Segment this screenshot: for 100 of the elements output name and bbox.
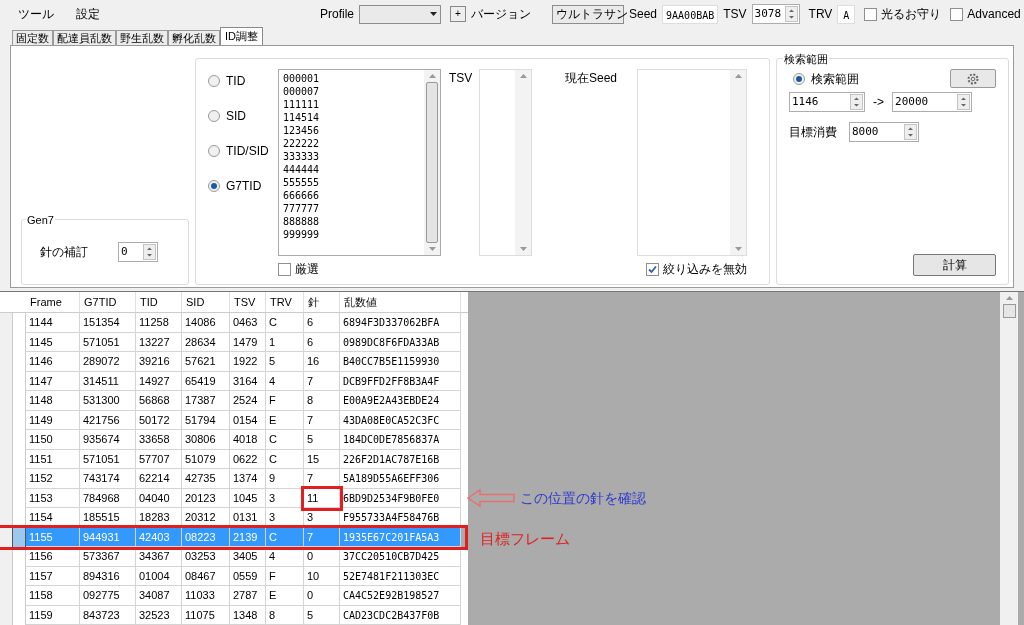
trv-field[interactable]: A	[837, 4, 856, 24]
list-item[interactable]: 777777	[283, 202, 424, 215]
list-item[interactable]: 000007	[283, 85, 424, 98]
table-cell: 39216	[136, 352, 182, 372]
tab[interactable]: ID調整	[220, 27, 263, 45]
table-cell: 7	[304, 469, 340, 489]
column-header[interactable]: TSV	[230, 292, 266, 312]
table-cell: 4018	[230, 430, 266, 450]
table-cell: 5	[266, 352, 304, 372]
table-cell: 0	[304, 547, 340, 567]
table-cell: C	[266, 430, 304, 450]
list-item[interactable]: 333333	[283, 150, 424, 163]
table-row[interactable]: 1153 784968 04040 20123 1045 3 11 6BD9D2534F9B0FE0	[0, 488, 468, 508]
radio-label: TID	[226, 73, 246, 90]
tab[interactable]: 配達員乱数	[53, 30, 116, 45]
table-cell: 8	[266, 605, 304, 625]
current-seed-label: 現在Seed	[565, 70, 619, 87]
table-cell: 1935E67C201FA5A3	[340, 527, 461, 547]
table-cell: 1159	[26, 605, 80, 625]
column-header[interactable]: 乱数値	[340, 292, 461, 312]
table-row[interactable]: 1151 571051 57707 51079 0622 C 15 226F2D1AC787E16B	[0, 449, 468, 469]
table-cell: F	[266, 391, 304, 411]
table-cell: 2139	[230, 527, 266, 547]
table-cell: 944931	[80, 527, 136, 547]
target-label: 目標消費	[789, 124, 837, 141]
list-item[interactable]: 444444	[283, 163, 424, 176]
tsv-field[interactable]: 3078	[751, 4, 800, 24]
table-cell: 1154	[26, 508, 80, 528]
column-header[interactable]: Frame	[26, 292, 80, 312]
list-item[interactable]: 123456	[283, 124, 424, 137]
tsv-label: TSV	[449, 70, 474, 87]
table-cell: F955733A4F58476B	[340, 508, 461, 528]
table-row[interactable]: 1147 314511 14927 65419 3164 4 7 DCB9FFD2FF8B3A4F	[0, 371, 468, 391]
seed-field[interactable]: 9AA00BAB	[662, 4, 719, 24]
table-row[interactable]: 1150 935674 33658 30806 4018 C 5 184DC0DE7856837A	[0, 430, 468, 450]
tab[interactable]: 野生乱数	[116, 30, 168, 45]
column-header[interactable]: SID	[182, 292, 230, 312]
table-cell: 34087	[136, 586, 182, 606]
table-row[interactable]: 1152 743174 62214 42735 1374 9 7 5A189D55A6EFF306	[0, 469, 468, 489]
menu-item[interactable]: 設定	[68, 5, 108, 23]
table-cell: 34367	[136, 547, 182, 567]
radio-label: SID	[226, 108, 246, 125]
table-row[interactable]: 1157 894316 01004 08467 0559 F 10 52E7481F211303EC	[0, 566, 468, 586]
list-item[interactable]: 222222	[283, 137, 424, 150]
range-end-field[interactable]: 20000	[892, 92, 972, 112]
table-row[interactable]: 1144 151354 11258 14086 0463 C 6 6894F3D337062BFA	[0, 313, 468, 333]
table-cell: 08223	[182, 527, 230, 547]
add-button[interactable]: +	[450, 6, 466, 22]
list-item[interactable]: 114514	[283, 111, 424, 124]
list-item[interactable]: 000001	[283, 72, 424, 85]
needle-correction-field[interactable]: 0	[118, 242, 158, 262]
column-header[interactable]: TRV	[266, 292, 304, 312]
table-cell: 289072	[80, 352, 136, 372]
table-cell: 843723	[80, 605, 136, 625]
target-field[interactable]: 8000	[849, 122, 919, 142]
calculate-button[interactable]: 計算	[913, 254, 996, 276]
column-header[interactable]: TID	[136, 292, 182, 312]
table-cell: 2524	[230, 391, 266, 411]
list-item[interactable]: 555555	[283, 176, 424, 189]
list-item[interactable]: 111111	[283, 98, 424, 111]
table-row[interactable]: 1146 289072 39216 57621 1922 5 16 B40CC7B5E1159930	[0, 352, 468, 372]
table-cell: 935674	[80, 430, 136, 450]
table-row[interactable]: 1159 843723 32523 11075 1348 8 5 CAD23CDC2B437F0B	[0, 605, 468, 625]
column-header[interactable]: 針	[304, 292, 340, 312]
range-start-field[interactable]: 1146	[789, 92, 865, 112]
table-cell: CAD23CDC2B437F0B	[340, 605, 461, 625]
table-cell: 42403	[136, 527, 182, 547]
list-item[interactable]: 666666	[283, 189, 424, 202]
trv-label: TRV	[808, 6, 833, 23]
tab[interactable]: 固定数	[12, 30, 53, 45]
table-cell: 16	[304, 352, 340, 372]
table-cell: 11	[304, 488, 340, 508]
table-cell: 743174	[80, 469, 136, 489]
table-cell: 3405	[230, 547, 266, 567]
table-cell: 42735	[182, 469, 230, 489]
table-cell: 185515	[80, 508, 136, 528]
table-row[interactable]: 1158 092775 34087 11033 2787 E 0 CA4C52E92B198527	[0, 586, 468, 606]
table-cell: 0131	[230, 508, 266, 528]
table-cell: 11258	[136, 313, 182, 333]
checkbox-label: 厳選	[295, 261, 319, 278]
list-item[interactable]: 999999	[283, 228, 424, 241]
radio-label: 検索範囲	[811, 70, 859, 88]
id-list[interactable]: 000001 000007 111111 114514 123456 222222 333333 444444 555555 666666 777777 888888 999999	[278, 69, 441, 256]
table-cell: 1148	[26, 391, 80, 411]
table-cell: 1158	[26, 586, 80, 606]
column-header[interactable]: G7TID	[80, 292, 136, 312]
table-cell: 7	[304, 527, 340, 547]
checkbox-label: 光るお守り	[881, 6, 942, 23]
table-cell: 531300	[80, 391, 136, 411]
table-cell: 30806	[182, 430, 230, 450]
table-row[interactable]: 1149 421756 50172 51794 0154 E 7 43DA08E0CA52C3FC	[0, 410, 468, 430]
seed-label: Seed	[629, 6, 658, 23]
table-row[interactable]: 1145 571051 13227 28634 1479 1 6 0989DC8F6FDA33AB	[0, 332, 468, 352]
table-cell: 1348	[230, 605, 266, 625]
table-cell: B40CC7B5E1159930	[340, 352, 461, 372]
tab[interactable]: 孵化乱数	[168, 30, 220, 45]
table-cell: 3	[266, 508, 304, 528]
list-item[interactable]: 888888	[283, 215, 424, 228]
menu-item[interactable]: ツール	[10, 5, 62, 23]
table-row[interactable]: 1148 531300 56868 17387 2524 F 8 E00A9E2A43EBDE24	[0, 391, 468, 411]
